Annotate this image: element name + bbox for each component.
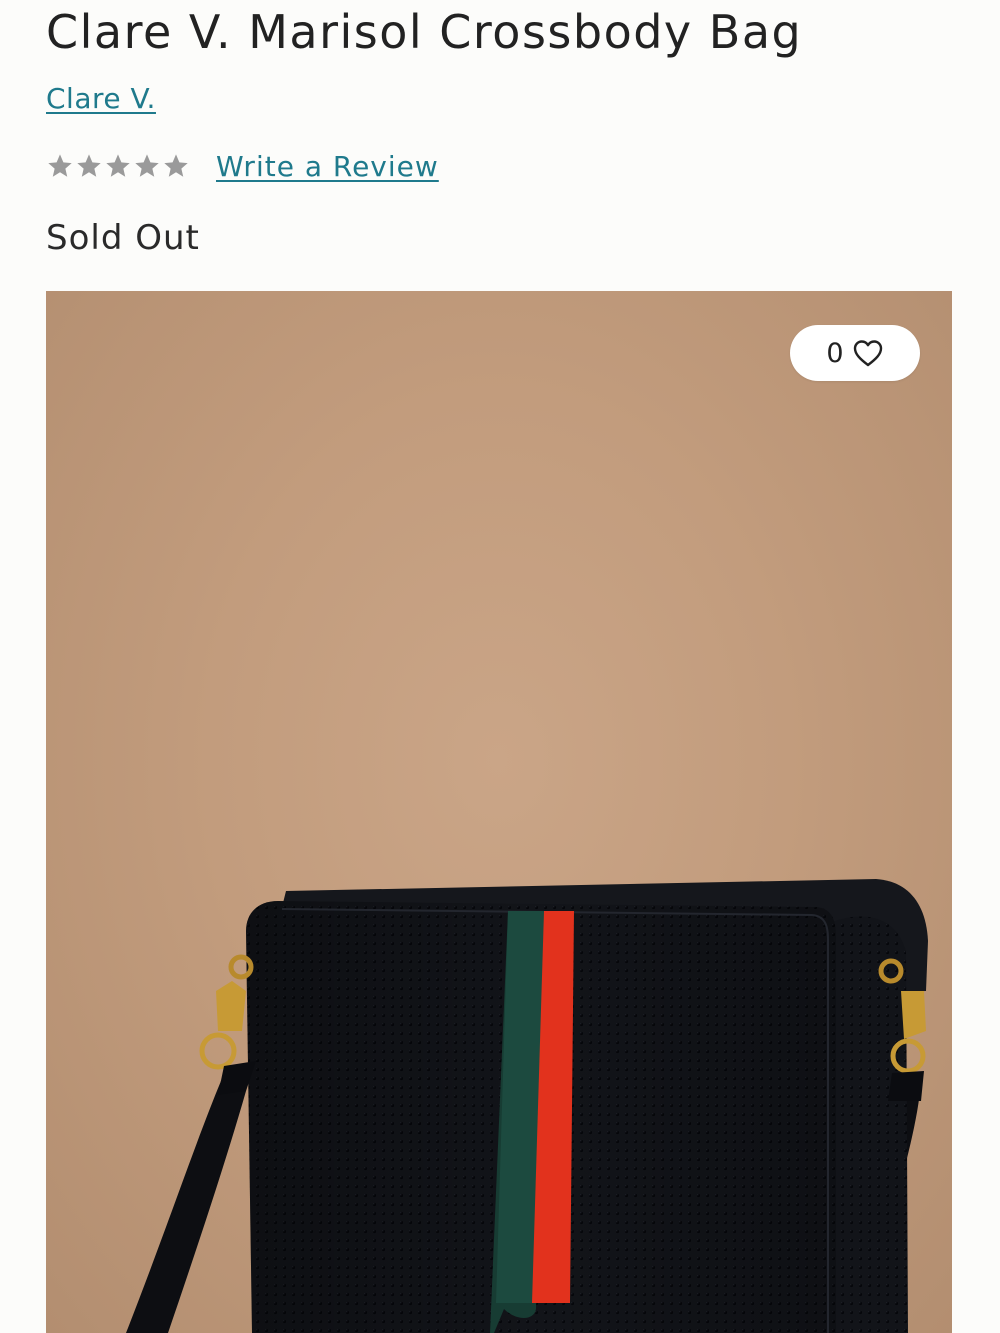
star-rating [46,152,190,180]
product-title: Clare V. Marisol Crossbody Bag [46,5,803,59]
wishlist-button[interactable]: 0 [790,325,920,381]
write-review-link[interactable]: Write a Review [216,150,439,183]
wishlist-count: 0 [826,337,844,369]
rating-row: Write a Review [46,146,439,186]
brand-link[interactable]: Clare V. [46,82,156,115]
product-image[interactable] [46,291,952,1333]
star-icon [106,154,130,177]
star-icon [77,154,101,177]
star-icon [48,154,72,177]
heart-outline-icon [853,340,882,367]
star-icon [164,154,188,177]
crossbody-bag-illustration [126,879,928,1333]
star-icon [135,154,159,177]
availability-status: Sold Out [46,218,200,258]
